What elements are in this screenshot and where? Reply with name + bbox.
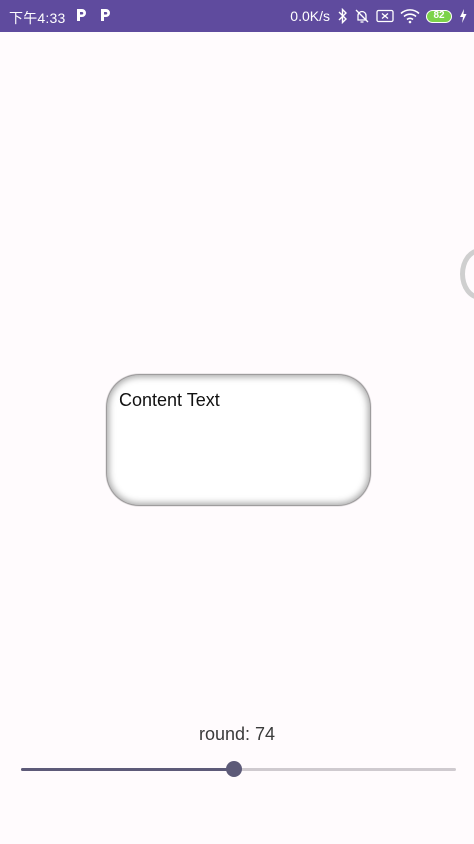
p-app-icon [101, 9, 110, 21]
app-screen: 下午4:33 0.0K/s 82 Content Text round: 74 [0, 0, 474, 844]
slider-thumb[interactable] [226, 761, 242, 777]
card-content-text: Content Text [119, 390, 220, 410]
slider-active-track [21, 768, 234, 771]
status-bar: 下午4:33 0.0K/s 82 [0, 0, 474, 32]
round-value-label: round: 74 [198, 724, 276, 744]
status-time: 下午4:33 [9, 10, 66, 26]
battery-level: 82 [433, 10, 445, 21]
round-slider[interactable] [21, 757, 456, 781]
charging-icon [460, 9, 467, 23]
wifi-icon [400, 9, 420, 24]
status-icons: 0.0K/s 82 [290, 0, 468, 32]
alarm-off-icon [355, 9, 369, 23]
battery-icon: 82 [426, 9, 452, 23]
p-app-icon [77, 9, 86, 21]
net-speed: 0.0K/s [290, 8, 330, 24]
sim-x-icon [376, 9, 394, 23]
bluetooth-icon [338, 8, 347, 24]
edge-gesture-handle[interactable] [460, 248, 474, 300]
rounded-content-card: Content Text [107, 375, 370, 505]
